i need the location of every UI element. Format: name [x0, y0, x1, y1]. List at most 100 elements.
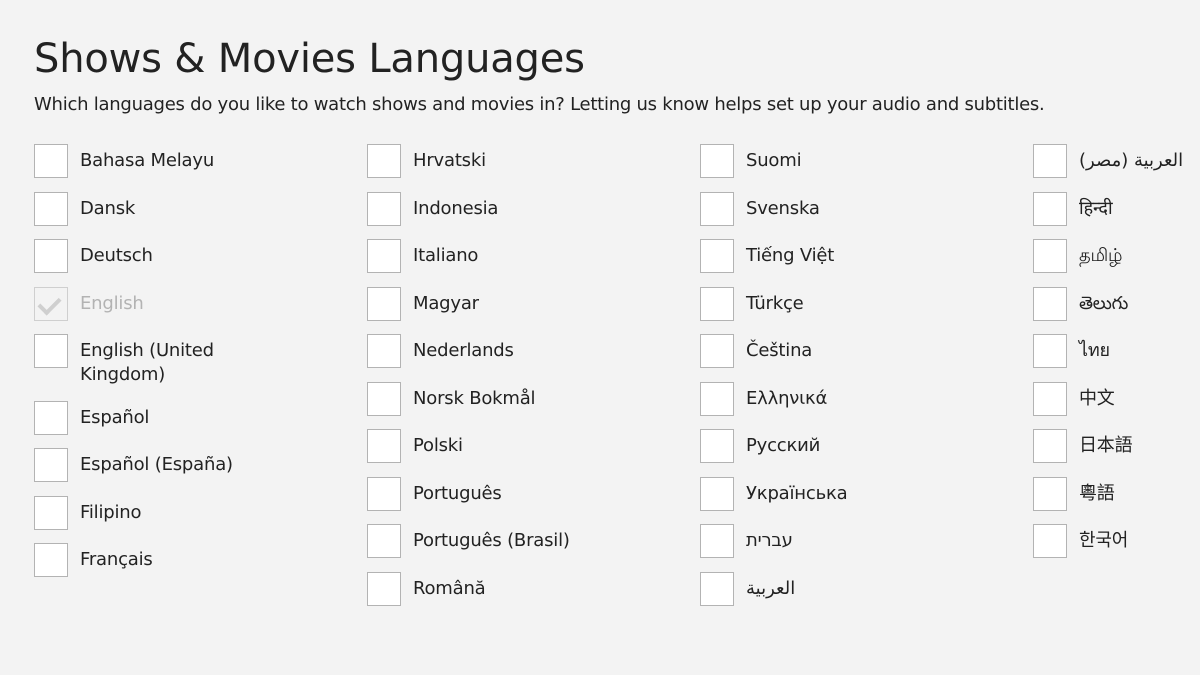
language-label: 日本語	[1079, 435, 1133, 456]
language-label: 粵語	[1079, 482, 1115, 504]
language-option[interactable]: Português	[367, 476, 700, 511]
language-checkbox[interactable]	[367, 524, 401, 558]
language-checkbox[interactable]	[1033, 286, 1067, 321]
language-checkbox[interactable]	[34, 448, 68, 482]
language-checkbox[interactable]	[34, 400, 68, 435]
language-checkbox[interactable]	[1033, 191, 1067, 226]
language-option[interactable]: Italiano	[367, 239, 700, 273]
language-option[interactable]: العربية	[700, 571, 1033, 606]
language-checkbox[interactable]	[700, 381, 734, 416]
language-option[interactable]: Español (España)	[34, 448, 367, 482]
language-option[interactable]: Українська	[700, 476, 1033, 511]
language-label: Dansk	[80, 197, 136, 219]
language-option[interactable]: 한국어	[1033, 524, 1199, 558]
language-checkbox[interactable]	[1033, 334, 1067, 368]
language-label: Magyar	[413, 292, 479, 314]
language-label: Português	[413, 482, 502, 504]
language-checkbox[interactable]	[700, 476, 734, 511]
language-option[interactable]: Indonesia	[367, 191, 700, 226]
language-label: Suomi	[746, 150, 802, 171]
language-checkbox[interactable]	[1033, 239, 1067, 273]
language-checkbox[interactable]	[367, 334, 401, 368]
language-checkbox[interactable]	[34, 495, 68, 530]
language-option[interactable]: Tiếng Việt	[700, 239, 1033, 273]
page-title: Shows & Movies Languages	[34, 36, 585, 82]
language-checkbox[interactable]	[34, 334, 68, 368]
language-checkbox[interactable]	[367, 239, 401, 273]
language-checkbox[interactable]	[700, 286, 734, 321]
language-column: Hrvatski Indonesia Italiano Magyar Nederland…	[367, 144, 700, 619]
language-checkbox[interactable]	[34, 239, 68, 273]
language-label: Українська	[746, 482, 848, 504]
language-checkbox[interactable]	[367, 286, 401, 321]
language-option[interactable]: العربية (مصر)	[1033, 144, 1199, 178]
language-option[interactable]: Hrvatski	[367, 144, 700, 178]
language-option[interactable]: Português (Brasil)	[367, 524, 700, 558]
language-label: Română	[413, 577, 486, 599]
language-option[interactable]: Deutsch	[34, 239, 367, 273]
language-checkbox[interactable]	[700, 524, 734, 558]
language-checkbox[interactable]	[367, 381, 401, 416]
language-checkbox[interactable]	[700, 334, 734, 368]
language-option[interactable]: Dansk	[34, 191, 367, 226]
language-label: Français	[80, 549, 153, 570]
language-label: தமிழ்	[1079, 245, 1123, 266]
language-checkbox[interactable]	[1033, 381, 1067, 416]
language-option[interactable]: Norsk Bokmål	[367, 381, 700, 416]
language-checkbox[interactable]	[1033, 144, 1067, 178]
language-label: Svenska	[746, 197, 820, 219]
language-option[interactable]: हिन्दी	[1033, 191, 1199, 226]
language-option[interactable]: Čeština	[700, 334, 1033, 368]
language-option[interactable]: Magyar	[367, 286, 700, 321]
language-label: العربية	[746, 577, 796, 599]
language-option[interactable]: Bahasa Melayu	[34, 144, 367, 178]
language-checkbox[interactable]	[367, 476, 401, 511]
checkmark-icon	[37, 290, 62, 316]
language-label: Indonesia	[413, 197, 499, 219]
language-option[interactable]: தமிழ்	[1033, 239, 1199, 273]
language-checkbox[interactable]	[1033, 429, 1067, 463]
language-option[interactable]: Polski	[367, 429, 700, 463]
language-option[interactable]: Filipino	[34, 495, 367, 530]
language-option[interactable]: Ελληνικά	[700, 381, 1033, 416]
language-option[interactable]: Suomi	[700, 144, 1033, 178]
language-checkbox[interactable]	[34, 543, 68, 577]
language-option[interactable]: Français	[34, 543, 367, 577]
language-checkbox[interactable]	[367, 144, 401, 178]
language-label: Ελληνικά	[746, 387, 828, 409]
language-label: 한국어	[1079, 530, 1129, 551]
language-option[interactable]: 中文	[1033, 381, 1199, 416]
language-option[interactable]: ไทย	[1033, 334, 1199, 368]
language-checkbox[interactable]	[700, 144, 734, 178]
language-option[interactable]: Türkçe	[700, 286, 1033, 321]
language-column: العربية (مصر) हिन्दी தமிழ் తెలుగు ไทย 中文日本語粵語…	[1033, 144, 1199, 619]
language-option[interactable]: Română	[367, 571, 700, 606]
language-option[interactable]: Русский	[700, 429, 1033, 463]
language-label: Deutsch	[80, 245, 153, 266]
language-option[interactable]: 日本語	[1033, 429, 1199, 463]
language-checkbox[interactable]	[34, 191, 68, 226]
language-label: Türkçe	[746, 292, 804, 314]
language-option[interactable]: తెలుగు	[1033, 286, 1199, 321]
language-checkbox[interactable]	[367, 571, 401, 606]
language-checkbox[interactable]	[700, 571, 734, 606]
language-label: Nederlands	[413, 340, 514, 361]
language-option[interactable]: Svenska	[700, 191, 1033, 226]
language-checkbox[interactable]	[367, 429, 401, 463]
language-checkbox[interactable]	[34, 144, 68, 178]
language-label: 中文	[1079, 387, 1115, 409]
language-checkbox[interactable]	[700, 239, 734, 273]
language-checkbox[interactable]	[1033, 476, 1067, 511]
language-options: Bahasa Melayu Dansk Deutsch English English …	[34, 144, 1200, 619]
language-option[interactable]: Nederlands	[367, 334, 700, 368]
language-checkbox[interactable]	[367, 191, 401, 226]
language-checkbox[interactable]	[1033, 524, 1067, 558]
language-label: Polski	[413, 435, 463, 456]
language-checkbox[interactable]	[700, 429, 734, 463]
language-checkbox[interactable]	[700, 191, 734, 226]
language-checkbox	[34, 286, 68, 321]
language-option[interactable]: English (United Kingdom)	[34, 334, 367, 387]
language-option[interactable]: 粵語	[1033, 476, 1199, 511]
language-option[interactable]: Español	[34, 400, 367, 435]
language-option[interactable]: עברית	[700, 524, 1033, 558]
